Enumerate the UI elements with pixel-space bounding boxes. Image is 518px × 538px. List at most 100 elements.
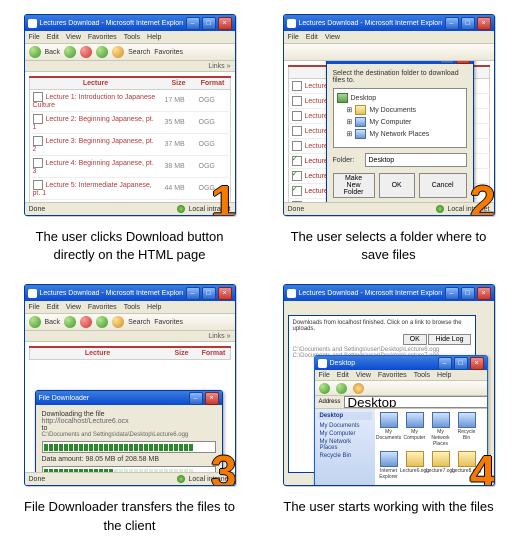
search-label[interactable]: Search: [128, 49, 150, 56]
exp-menu-file[interactable]: File: [319, 372, 330, 379]
menu-favorites[interactable]: Favorites: [88, 304, 117, 311]
exp-menu-tools[interactable]: Tools: [414, 372, 430, 379]
menu-tools[interactable]: Tools: [124, 304, 140, 311]
side-item[interactable]: My Documents: [318, 422, 372, 430]
maximize-button[interactable]: □: [461, 17, 475, 30]
dialog-close-button[interactable]: ×: [205, 392, 219, 405]
checkbox[interactable]: [33, 114, 43, 124]
checkbox[interactable]: [33, 180, 43, 190]
minimize-button[interactable]: –: [445, 17, 459, 30]
exp-up-icon[interactable]: [353, 383, 364, 394]
tree-computer[interactable]: ⊞My Computer: [337, 116, 463, 128]
checkbox[interactable]: [292, 126, 302, 136]
desktop-icon[interactable]: Lecture6.ogg: [404, 451, 426, 480]
maximize-button[interactable]: □: [202, 17, 216, 30]
forward-icon[interactable]: [64, 46, 76, 58]
tree-network[interactable]: ⊞My Network Places: [337, 128, 463, 140]
menu-favorites[interactable]: Favorites: [88, 34, 117, 41]
table-row[interactable]: Lecture 6: Intermediate Japanese, pt. 24…: [29, 200, 230, 203]
desktop-icon[interactable]: Internet Explorer: [378, 451, 400, 480]
forward-icon[interactable]: [64, 316, 76, 328]
dialog-close-button[interactable]: ×: [456, 61, 470, 64]
minimize-button[interactable]: –: [186, 17, 200, 30]
menu-help[interactable]: Help: [147, 34, 161, 41]
refresh-icon[interactable]: [96, 316, 108, 328]
table-row[interactable]: Lecture 5: Intermediate Japanese, pt. 14…: [29, 178, 230, 200]
favorites-label[interactable]: Favorites: [154, 319, 183, 326]
cancel-button[interactable]: Cancel: [419, 173, 467, 198]
links-label[interactable]: Links »: [208, 333, 230, 340]
menu-view[interactable]: View: [66, 304, 81, 311]
desktop-icon[interactable]: Recycle Bin: [456, 412, 478, 447]
back-label[interactable]: Back: [45, 319, 61, 326]
close-button[interactable]: ×: [477, 287, 491, 300]
menu-view[interactable]: View: [325, 34, 340, 41]
exp-menu-fav[interactable]: Favorites: [378, 372, 407, 379]
side-item[interactable]: Recycle Bin: [318, 452, 372, 460]
desktop-icon[interactable]: My Computer: [404, 412, 426, 447]
refresh-icon[interactable]: [96, 46, 108, 58]
favorites-label[interactable]: Favorites: [154, 49, 183, 56]
menu-edit[interactable]: Edit: [47, 34, 59, 41]
tree-desktop[interactable]: Desktop: [337, 92, 463, 104]
exp-menu-edit[interactable]: Edit: [337, 372, 349, 379]
home-icon[interactable]: [112, 46, 124, 58]
folder-input[interactable]: [365, 153, 467, 167]
checkbox[interactable]: [292, 156, 302, 166]
back-label[interactable]: Back: [45, 49, 61, 56]
exp-menu-view[interactable]: View: [356, 372, 371, 379]
menu-edit[interactable]: Edit: [47, 304, 59, 311]
close-button[interactable]: ×: [218, 17, 232, 30]
checkbox[interactable]: [33, 136, 43, 146]
dialog-min-button[interactable]: –: [189, 392, 203, 405]
checkbox[interactable]: [292, 186, 302, 196]
log-hide-button[interactable]: Hide Log: [428, 334, 470, 345]
menu-tools[interactable]: Tools: [124, 34, 140, 41]
minimize-button[interactable]: –: [445, 287, 459, 300]
back-icon[interactable]: [29, 316, 41, 328]
tree-documents[interactable]: ⊞My Documents: [337, 104, 463, 116]
exp-fwd-icon[interactable]: [336, 383, 347, 394]
checkbox[interactable]: [292, 96, 302, 106]
menu-file[interactable]: File: [288, 34, 299, 41]
checkbox[interactable]: [292, 81, 302, 91]
checkbox[interactable]: [292, 201, 302, 202]
exp-min[interactable]: –: [438, 357, 452, 370]
menu-help[interactable]: Help: [147, 304, 161, 311]
checkbox[interactable]: [33, 92, 43, 102]
checkbox[interactable]: [292, 111, 302, 121]
minimize-button[interactable]: –: [186, 287, 200, 300]
close-button[interactable]: ×: [218, 287, 232, 300]
folder-tree[interactable]: Desktop ⊞My Documents ⊞My Computer ⊞My N…: [333, 88, 467, 148]
checkbox[interactable]: [33, 158, 43, 168]
home-icon[interactable]: [112, 316, 124, 328]
table-row[interactable]: Lecture 4: Beginning Japanese, pt. 338 M…: [29, 156, 230, 178]
table-row[interactable]: Lecture 2: Beginning Japanese, pt. 135 M…: [29, 112, 230, 134]
menu-file[interactable]: File: [29, 34, 40, 41]
exp-close[interactable]: ×: [470, 357, 484, 370]
menu-edit[interactable]: Edit: [306, 34, 318, 41]
desktop-icon[interactable]: Lecture7.ogg: [430, 451, 452, 480]
close-button[interactable]: ×: [477, 17, 491, 30]
maximize-button[interactable]: □: [202, 287, 216, 300]
side-item[interactable]: My Computer: [318, 430, 372, 438]
exp-back-icon[interactable]: [319, 383, 330, 394]
links-label[interactable]: Links »: [208, 63, 230, 70]
back-icon[interactable]: [29, 46, 41, 58]
make-folder-button[interactable]: Make New Folder: [333, 173, 375, 198]
checkbox[interactable]: [292, 141, 302, 151]
stop-icon[interactable]: [80, 316, 92, 328]
log-ok-button[interactable]: OK: [403, 334, 427, 345]
maximize-button[interactable]: □: [461, 287, 475, 300]
desktop-icon[interactable]: My Documents: [378, 412, 400, 447]
table-row[interactable]: Lecture 1: Introduction to Japanese Cult…: [29, 90, 230, 112]
ok-button[interactable]: OK: [379, 173, 415, 198]
table-row[interactable]: Lecture 3: Beginning Japanese, pt. 237 M…: [29, 134, 230, 156]
menu-file[interactable]: File: [29, 304, 40, 311]
side-item[interactable]: My Network Places: [318, 438, 372, 452]
menu-view[interactable]: View: [66, 34, 81, 41]
search-label[interactable]: Search: [128, 319, 150, 326]
checkbox[interactable]: [292, 171, 302, 181]
exp-max[interactable]: □: [454, 357, 468, 370]
exp-addr-input[interactable]: [344, 396, 488, 408]
